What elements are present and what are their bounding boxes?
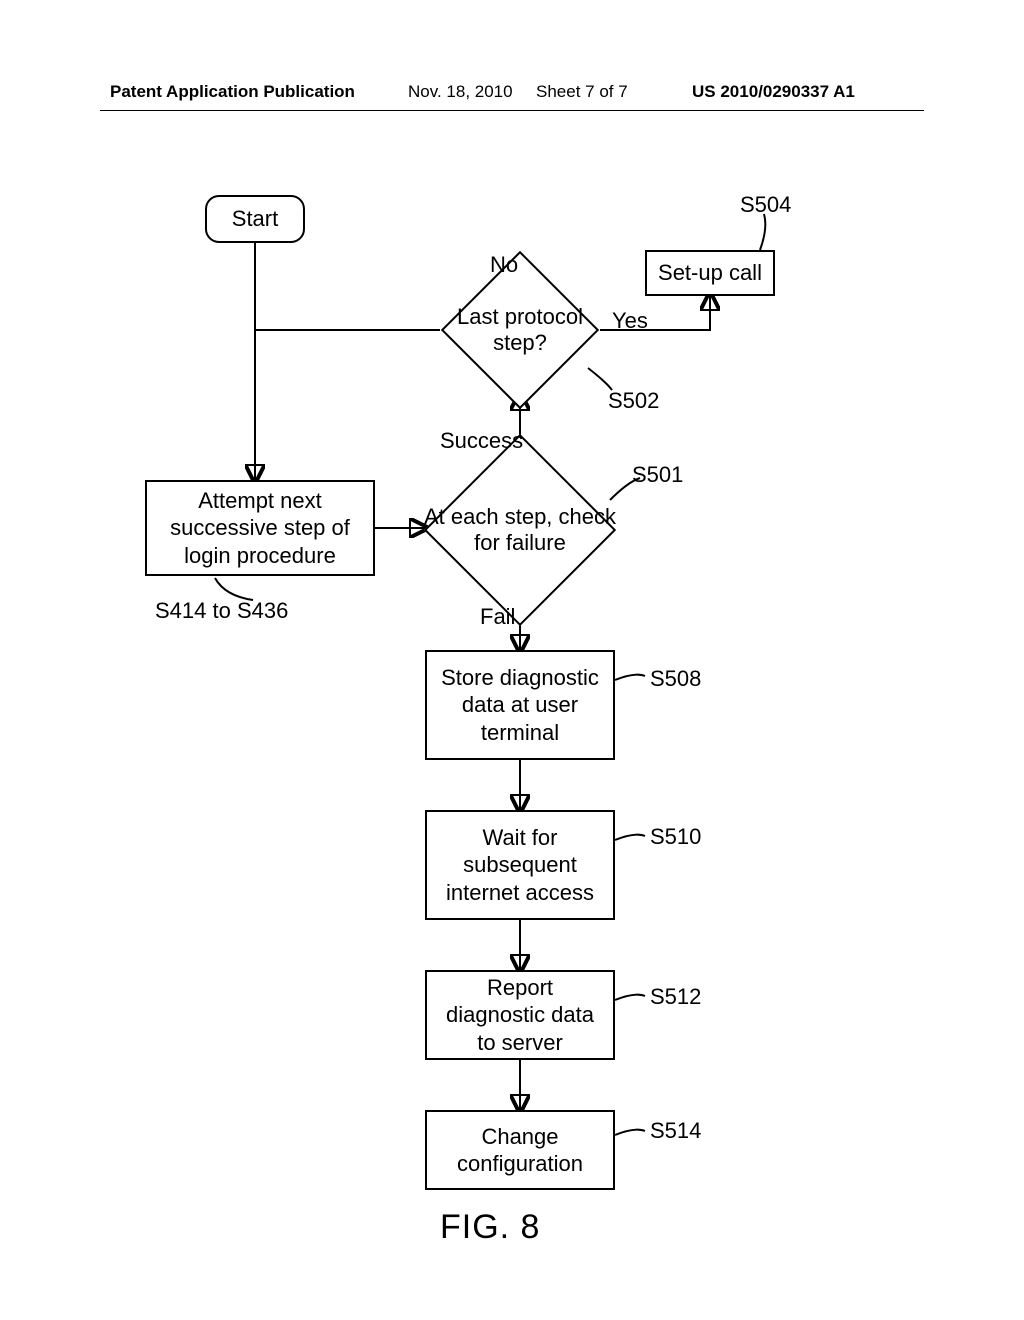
ref-s514: S514 xyxy=(650,1118,701,1144)
figure-label: FIG. 8 xyxy=(440,1208,540,1247)
store-diagnostic-label: Store diagnostic data at user terminal xyxy=(437,664,603,747)
setup-call-label: Set-up call xyxy=(658,259,762,287)
edge-success: Success xyxy=(440,428,523,454)
report-diagnostic-label: Report diagnostic data to server xyxy=(437,974,603,1057)
wait-internet-node: Wait for subsequent internet access xyxy=(425,810,615,920)
last-step-label: Last protocol step? xyxy=(440,304,600,357)
ref-s512: S512 xyxy=(650,984,701,1010)
check-failure-label: At each step, check for failure xyxy=(420,504,620,557)
ref-s502: S502 xyxy=(608,388,659,414)
edge-no: No xyxy=(490,252,518,278)
change-config-node: Change configuration xyxy=(425,1110,615,1190)
ref-s508: S508 xyxy=(650,666,701,692)
edge-yes: Yes xyxy=(612,308,648,334)
report-diagnostic-node: Report diagnostic data to server xyxy=(425,970,615,1060)
change-config-label: Change configuration xyxy=(437,1123,603,1178)
last-step-decision: Last protocol step? xyxy=(440,250,600,410)
start-node: Start xyxy=(205,195,305,243)
setup-call-node: Set-up call xyxy=(645,250,775,296)
ref-s414: S414 to S436 xyxy=(155,598,288,624)
ref-s510: S510 xyxy=(650,824,701,850)
wait-internet-label: Wait for subsequent internet access xyxy=(437,824,603,907)
ref-s501: S501 xyxy=(632,462,683,488)
store-diagnostic-node: Store diagnostic data at user terminal xyxy=(425,650,615,760)
ref-s504: S504 xyxy=(740,192,791,218)
attempt-step-label: Attempt next successive step of login pr… xyxy=(157,487,363,570)
edge-fail: Fail xyxy=(480,604,515,630)
check-failure-decision: At each step, check for failure xyxy=(420,430,620,630)
flowchart: Start Set-up call Last protocol step? At… xyxy=(0,0,1024,1320)
start-label: Start xyxy=(232,205,278,233)
attempt-step-node: Attempt next successive step of login pr… xyxy=(145,480,375,576)
